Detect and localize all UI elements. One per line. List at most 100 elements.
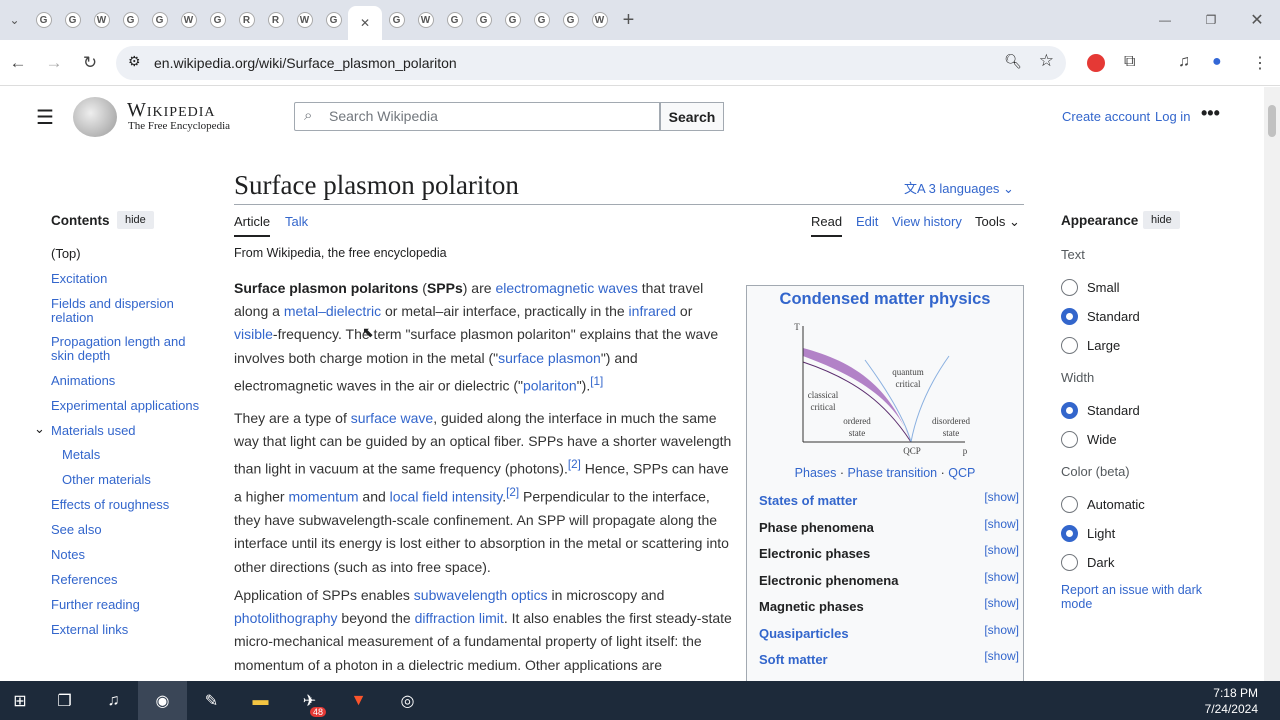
close-tab-icon[interactable]: ✕ bbox=[360, 16, 370, 30]
active-tab[interactable]: ✕ bbox=[348, 6, 382, 40]
toc-item[interactable]: Fields and dispersion relation bbox=[51, 297, 201, 325]
log-in-link[interactable]: Log in bbox=[1155, 109, 1190, 124]
toc-item[interactable]: References bbox=[51, 573, 201, 587]
site-info-icon[interactable]: ⚙ bbox=[128, 53, 141, 70]
menu-icon[interactable]: ⋮ bbox=[1252, 53, 1268, 73]
infobox-section[interactable]: Quasiparticles [show] bbox=[759, 623, 1019, 641]
toc-item[interactable]: Notes bbox=[51, 548, 201, 562]
start-button[interactable]: ⊞ bbox=[0, 681, 40, 720]
toc-item[interactable]: Propagation length and skin depth bbox=[51, 335, 201, 363]
main-menu-icon[interactable]: ☰ bbox=[36, 105, 54, 130]
itunes-icon[interactable]: ♫ bbox=[89, 681, 138, 720]
toc-item[interactable]: See also bbox=[51, 523, 201, 537]
toc-item[interactable]: Animations bbox=[51, 374, 201, 388]
infobox-section-label[interactable]: Soft matter bbox=[759, 652, 828, 667]
width-radio-standard[interactable] bbox=[1061, 402, 1078, 419]
toc-item[interactable]: Other materials bbox=[62, 473, 212, 487]
file-explorer-icon[interactable]: ▬ bbox=[236, 681, 285, 720]
report-dark-mode-link[interactable]: Report an issue with dark mode bbox=[1061, 583, 1221, 611]
link-surface-plasmon[interactable]: surface plasmon bbox=[498, 350, 601, 366]
bookmark-star-icon[interactable]: ☆ bbox=[1039, 51, 1054, 71]
browser-tab[interactable]: G bbox=[440, 6, 469, 34]
color-radio-automatic[interactable] bbox=[1061, 496, 1078, 513]
browser-tab[interactable]: G bbox=[203, 6, 232, 34]
adblock-icon[interactable] bbox=[1087, 54, 1105, 72]
address-bar[interactable]: ⚙ en.wikipedia.org/wiki/Surface_plasmon_… bbox=[116, 46, 1066, 80]
link-surface-wave[interactable]: surface wave bbox=[351, 410, 433, 426]
browser-tab[interactable]: G bbox=[469, 6, 498, 34]
extensions-icon[interactable]: ⧉ bbox=[1124, 53, 1135, 71]
forward-button[interactable]: → bbox=[36, 53, 72, 73]
more-options-icon[interactable]: ••• bbox=[1201, 103, 1220, 124]
restore-button[interactable]: ❐ bbox=[1188, 6, 1234, 34]
infobox-section[interactable]: Electronic phenomena [show] bbox=[759, 570, 1019, 588]
tab-article[interactable]: Article bbox=[234, 214, 271, 237]
tab-edit[interactable]: Edit bbox=[856, 214, 878, 229]
citation-2[interactable]: [2] bbox=[568, 458, 581, 471]
toc-item[interactable]: Materials used bbox=[51, 424, 201, 438]
infobox-section-label[interactable]: Quasiparticles bbox=[759, 626, 849, 641]
browser-tab[interactable]: W bbox=[174, 6, 203, 34]
browser-tab[interactable]: G bbox=[382, 6, 411, 34]
citation-1[interactable]: [1] bbox=[590, 375, 603, 388]
tools-dropdown[interactable]: Tools ⌄ bbox=[975, 214, 1020, 230]
text-radio-standard[interactable] bbox=[1061, 308, 1078, 325]
show-toggle[interactable]: [show] bbox=[984, 517, 1019, 531]
link-local-field-intensity[interactable]: local field intensity bbox=[390, 489, 503, 505]
link-diffraction-limit[interactable]: diffraction limit bbox=[415, 610, 504, 626]
task-view-icon[interactable]: ❐ bbox=[40, 681, 89, 720]
infobox-title[interactable]: Condensed matter physics bbox=[747, 290, 1023, 309]
new-tab-button[interactable]: + bbox=[614, 6, 643, 34]
infobox-section[interactable]: Magnetic phases [show] bbox=[759, 596, 1019, 614]
link-metal-dielectric[interactable]: metal–dielectric bbox=[284, 303, 381, 319]
appearance-hide-button[interactable]: hide bbox=[1143, 211, 1180, 229]
infobox-section[interactable]: Soft matter [show] bbox=[759, 649, 1019, 667]
link-infrared[interactable]: infrared bbox=[629, 303, 676, 319]
browser-tab[interactable]: R bbox=[261, 6, 290, 34]
show-toggle[interactable]: [show] bbox=[984, 649, 1019, 663]
browser-tab[interactable]: W bbox=[290, 6, 319, 34]
browser-tab[interactable]: G bbox=[319, 6, 348, 34]
toc-hide-button[interactable]: hide bbox=[117, 211, 154, 229]
app-icon[interactable]: ✎ bbox=[187, 681, 236, 720]
color-radio-light[interactable] bbox=[1061, 525, 1078, 542]
browser-tab[interactable]: R bbox=[232, 6, 261, 34]
infobox-section[interactable]: Electronic phases [show] bbox=[759, 543, 1019, 561]
link-visible[interactable]: visible bbox=[234, 326, 273, 342]
browser-tab[interactable]: G bbox=[29, 6, 58, 34]
media-icon[interactable]: ♫ bbox=[1178, 53, 1190, 71]
phase-diagram-image[interactable]: T p QCP quantum critical classical criti… bbox=[787, 320, 977, 460]
show-toggle[interactable]: [show] bbox=[984, 490, 1019, 504]
languages-button[interactable]: 文A 3 languages ⌄ bbox=[904, 178, 1014, 197]
show-toggle[interactable]: [show] bbox=[984, 623, 1019, 637]
scrollbar-thumb[interactable] bbox=[1268, 105, 1276, 137]
toc-item[interactable]: Experimental applications bbox=[51, 399, 201, 413]
color-radio-dark[interactable] bbox=[1061, 554, 1078, 571]
link-electromagnetic-waves[interactable]: electromagnetic waves bbox=[495, 280, 637, 296]
width-radio-wide[interactable] bbox=[1061, 431, 1078, 448]
link-phase-transition[interactable]: Phase transition bbox=[847, 466, 937, 480]
browser-tab[interactable]: G bbox=[527, 6, 556, 34]
brave-icon[interactable]: ▼ bbox=[334, 681, 383, 720]
browser-tab[interactable]: W bbox=[585, 6, 614, 34]
search-button[interactable]: Search bbox=[660, 102, 724, 131]
system-clock[interactable]: 7:18 PM 7/24/2024 bbox=[1205, 685, 1258, 717]
show-toggle[interactable]: [show] bbox=[984, 543, 1019, 557]
minimize-button[interactable]: — bbox=[1142, 6, 1188, 34]
tab-talk[interactable]: Talk bbox=[285, 214, 308, 229]
link-qcp[interactable]: QCP bbox=[948, 466, 975, 480]
reload-button[interactable]: ↻ bbox=[72, 53, 108, 73]
toc-item[interactable]: Metals bbox=[62, 448, 212, 462]
tab-search-button[interactable]: ⌄ bbox=[0, 6, 29, 34]
show-toggle[interactable]: [show] bbox=[984, 596, 1019, 610]
link-photolithography[interactable]: photolithography bbox=[234, 610, 338, 626]
obs-icon[interactable]: ◎ bbox=[383, 681, 432, 720]
browser-tab[interactable]: G bbox=[116, 6, 145, 34]
wikipedia-wordmark[interactable]: Wikipedia bbox=[127, 99, 216, 122]
browser-tab[interactable]: G bbox=[58, 6, 87, 34]
infobox-section[interactable]: States of matter [show] bbox=[759, 490, 1019, 508]
toc-collapse-chevron-icon[interactable]: ⌄ bbox=[34, 421, 45, 437]
show-toggle[interactable]: [show] bbox=[984, 570, 1019, 584]
page-scrollbar[interactable] bbox=[1264, 87, 1280, 681]
tab-view-history[interactable]: View history bbox=[892, 214, 962, 229]
